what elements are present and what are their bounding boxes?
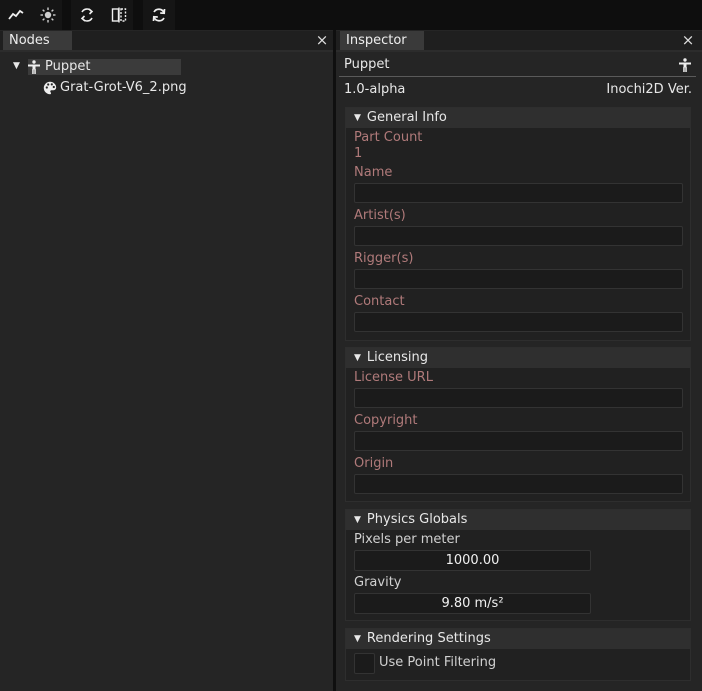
point-filtering-checkbox[interactable]: [354, 653, 375, 674]
version-value: 1.0-alpha: [344, 82, 406, 97]
copyright-label: Copyright: [354, 413, 418, 428]
section-licensing: ▼ Licensing License URL Copyright Origin: [345, 347, 691, 502]
person-icon: [27, 59, 45, 74]
part-count-label: Part Count: [354, 130, 423, 145]
name-label: Name: [354, 165, 393, 180]
copyright-field[interactable]: [354, 431, 683, 451]
artists-label: Artist(s): [354, 208, 406, 223]
origin-field[interactable]: [354, 474, 683, 494]
panel-divider[interactable]: [333, 30, 336, 691]
chart-line-icon[interactable]: [2, 0, 30, 30]
artists-field[interactable]: [354, 226, 683, 246]
nodes-close-icon[interactable]: ×: [313, 31, 331, 50]
section-header-general-info[interactable]: ▼ General Info: [346, 108, 690, 128]
section-title: Rendering Settings: [366, 631, 491, 646]
person-icon: [678, 58, 692, 76]
part-count-value: 1: [354, 146, 363, 161]
top-toolbar: [0, 0, 702, 30]
tree-item-label: Grat-Grot-V6_2.png: [60, 80, 187, 95]
section-header-rendering[interactable]: ▼ Rendering Settings: [346, 629, 690, 649]
section-title: Licensing: [366, 350, 429, 365]
tab-inspector[interactable]: Inspector: [340, 31, 424, 50]
license-url-label: License URL: [354, 370, 433, 385]
mirror-icon[interactable]: [105, 0, 133, 30]
sync-arrows-icon[interactable]: [73, 0, 101, 30]
version-label: Inochi2D Ver.: [606, 82, 692, 97]
riggers-field[interactable]: [354, 269, 683, 289]
tree-item-texture[interactable]: Grat-Grot-V6_2.png: [43, 79, 187, 96]
nodes-tabbar: Nodes ×: [0, 31, 333, 52]
gravity-label: Gravity: [354, 575, 402, 590]
section-physics-globals: ▼ Physics Globals Pixels per meter 1000.0…: [345, 509, 691, 621]
toolbar-group-refresh: [143, 0, 175, 30]
inspector-title: Puppet: [344, 57, 390, 72]
collapse-arrow-icon: ▼: [354, 113, 361, 123]
pixels-per-meter-label: Pixels per meter: [354, 532, 460, 547]
tab-nodes[interactable]: Nodes: [3, 31, 72, 50]
collapse-arrow-icon: ▼: [354, 634, 361, 644]
point-filtering-label: Use Point Filtering: [379, 655, 497, 670]
inspector-close-icon[interactable]: ×: [679, 31, 697, 50]
toolbar-group-edit: [71, 0, 133, 30]
origin-label: Origin: [354, 456, 394, 471]
toolbar-group-view: [0, 0, 62, 30]
collapse-arrow-icon: ▼: [354, 515, 361, 525]
section-header-physics[interactable]: ▼ Physics Globals: [346, 510, 690, 530]
tree-item-puppet[interactable]: ▼ Puppet: [13, 58, 90, 75]
riggers-label: Rigger(s): [354, 251, 414, 266]
section-header-licensing[interactable]: ▼ Licensing: [346, 348, 690, 368]
expand-arrow-icon[interactable]: ▼: [13, 58, 27, 75]
refresh-icon[interactable]: [145, 0, 173, 30]
contact-label: Contact: [354, 294, 405, 309]
license-url-field[interactable]: [354, 388, 683, 408]
name-field[interactable]: [354, 183, 683, 203]
tree-item-label: Puppet: [45, 59, 91, 74]
contact-field[interactable]: [354, 312, 683, 332]
inspector-header: Puppet: [339, 56, 696, 77]
section-title: Physics Globals: [366, 512, 468, 527]
inspector-tabbar: Inspector ×: [336, 31, 702, 52]
collapse-arrow-icon: ▼: [354, 353, 361, 363]
pixels-per-meter-input[interactable]: 1000.00: [354, 550, 591, 571]
sun-icon[interactable]: [34, 0, 62, 30]
section-rendering-settings: ▼ Rendering Settings Use Point Filtering: [345, 628, 691, 681]
section-general-info: ▼ General Info Part Count 1 Name Artist(s…: [345, 107, 691, 341]
palette-icon: [43, 81, 60, 95]
section-title: General Info: [366, 110, 447, 125]
gravity-input[interactable]: 9.80 m/s²: [354, 593, 591, 614]
